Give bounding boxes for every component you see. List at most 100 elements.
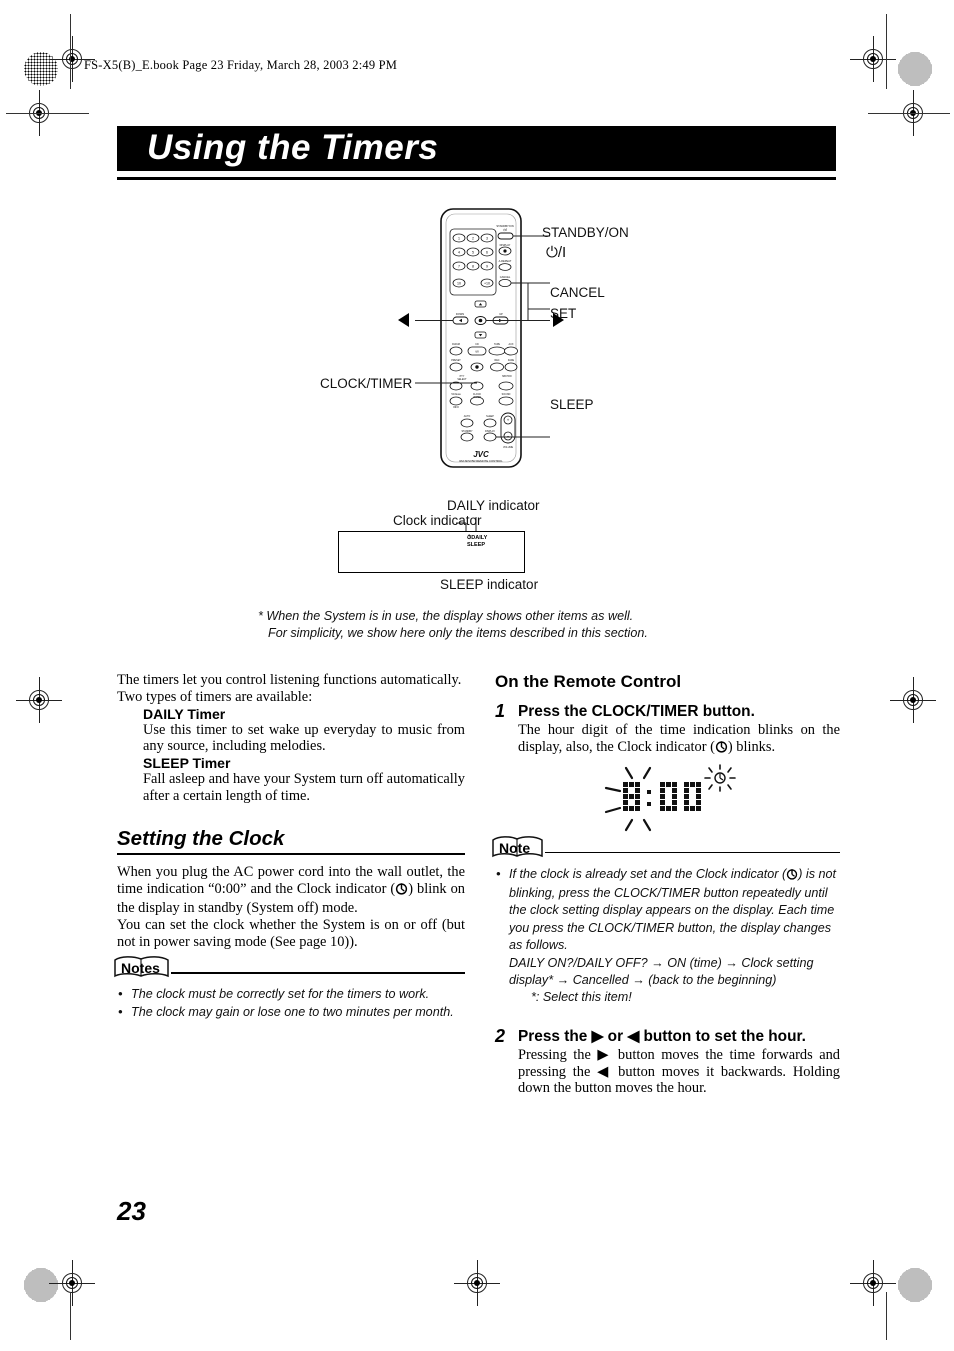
hour-digit: [623, 782, 640, 811]
right-column: On the Remote Control 1 Press the CLOCK/…: [492, 672, 840, 1097]
step-1: 1 Press the CLOCK/TIMER button. The hour…: [495, 701, 840, 758]
notes-rule: [171, 972, 465, 974]
page-title-bar: Using the Timers: [117, 126, 836, 171]
daily-timer-block: DAILY Timer Use this timer to set wake u…: [143, 706, 465, 805]
section-heading-rule: [117, 852, 465, 856]
daily-timer-heading: DAILY Timer: [143, 705, 226, 722]
svg-text:FADE: FADE: [508, 359, 515, 362]
svg-text:DISPLAY: DISPLAY: [485, 430, 495, 433]
halftone-circle-bottom-left: [24, 1268, 58, 1302]
cut-line-bottom-left-vertical: [70, 1292, 71, 1340]
sleep-timer-text: Fall asleep and have your System turn of…: [143, 771, 465, 804]
cut-line-bottom-right-vertical: [886, 1292, 887, 1340]
page-number: 23: [117, 1196, 146, 1226]
svg-text:/TIMER: /TIMER: [473, 396, 481, 399]
step-2-body: Pressing the ▶ button moves the time for…: [518, 1046, 840, 1097]
svg-text:2: 2: [472, 237, 474, 241]
note-asterisk-line: *: Select this item!: [531, 990, 632, 1005]
registration-mark-bottom-center: [454, 1260, 500, 1306]
note-item: The clock must be correctly set for the …: [117, 985, 465, 1003]
left-column: The timers let you control listening fun…: [114, 672, 465, 1021]
svg-text:DOWN: DOWN: [456, 312, 464, 316]
svg-text:9: 9: [486, 265, 488, 269]
svg-text:CANCEL: CANCEL: [500, 275, 511, 279]
svg-text:STANDBY: STANDBY: [461, 430, 473, 433]
step-2-title: Press the ▶ or ◀ button to set the hour.: [518, 1027, 806, 1045]
time-display-figure: [592, 762, 772, 834]
svg-text:⏻/I: ⏻/I: [503, 228, 507, 232]
display-indicators: ⏱DAILY SLEEP: [467, 535, 487, 549]
setting-the-clock-heading: Setting the Clock: [117, 826, 285, 850]
svg-text:SELECT: SELECT: [457, 378, 467, 381]
sleep-indicator-label: SLEEP: [467, 542, 486, 548]
note-rule: [545, 851, 840, 854]
daily-timer-text: Use this timer to set wake up everyday t…: [143, 721, 465, 755]
svg-text:MB PRO: MB PRO: [502, 375, 512, 378]
callout-daily-indicator: DAILY indicator: [447, 498, 540, 513]
svg-text:−: −: [507, 434, 510, 439]
svg-text:SLEEP: SLEEP: [486, 415, 494, 418]
clock-indicator-icon: [715, 740, 728, 758]
step-1-body-a: The hour digit of the time indication bl…: [518, 722, 840, 755]
remote-control-svg: 123 456 789 10 +10 STANDBY/ON ⏻/I DISPLAY…: [415, 208, 550, 468]
svg-text:5: 5: [472, 251, 474, 255]
svg-text:RM-SFSX5R REMOTE CONTROL: RM-SFSX5R REMOTE CONTROL: [459, 459, 503, 463]
step-1-number: 1: [495, 701, 506, 721]
callout-standby-on: STANDBY/ON: [542, 225, 629, 240]
svg-text:4: 4: [458, 251, 460, 255]
display-panel-box: ⏱DAILY SLEEP: [338, 531, 525, 573]
callout-sleep-indicator: SLEEP indicator: [440, 577, 539, 592]
registration-mark-bottom-left: [49, 1260, 95, 1306]
svg-text:CD: CD: [475, 343, 479, 346]
clock-indicator-icon: [395, 882, 408, 900]
title-underline: [117, 177, 836, 180]
svg-text:TA/News: TA/News: [451, 393, 461, 396]
svg-text:10: 10: [457, 282, 461, 286]
notes-list: The clock must be correctly set for the …: [117, 985, 465, 1021]
footnote-line-1: * When the System is in use, the display…: [258, 609, 634, 623]
note-block-right: Note If the clock is already set and the…: [492, 835, 840, 1007]
halftone-circle-top-right: [898, 52, 932, 86]
registration-mark-mid-right: [890, 677, 936, 723]
step-1-body-b: ) blinks.: [727, 738, 776, 755]
cut-line-right-vertical: [886, 14, 887, 89]
svg-text:PRESET: PRESET: [451, 359, 461, 362]
registration-mark-top-inner-left: [49, 36, 95, 82]
callout-sleep: SLEEP: [550, 397, 594, 412]
minutes-digits: [660, 782, 701, 811]
note-item-part-a: If the clock is already set and the Cloc…: [509, 866, 787, 881]
daily-indicator-label: DAILY: [471, 535, 488, 541]
note-sequence-line: DAILY ON?/DAILY OFF? → ON (time) → Clock…: [509, 955, 814, 988]
blinking-clock-indicator: [704, 764, 736, 792]
svg-text:VOLUME: VOLUME: [503, 446, 514, 449]
halftone-circle-bottom-right: [898, 1268, 932, 1302]
registration-mark-mid-left: [16, 677, 62, 723]
svg-text:AUX: AUX: [509, 343, 514, 346]
svg-text:8: 8: [472, 265, 474, 269]
note-item: The clock may gain or lose one to two mi…: [117, 1003, 465, 1021]
svg-text:UP: UP: [499, 312, 503, 316]
daily-indicator-row: ⏱DAILY: [467, 535, 488, 541]
setting-clock-paragraph-1: When you plug the AC power cord into the…: [117, 864, 465, 916]
svg-text:3: 3: [486, 237, 488, 241]
standby-power-icon: ⏻/I: [546, 244, 567, 261]
right-arrow-icon: [553, 313, 564, 327]
cut-line-left-vertical: [70, 14, 71, 89]
step-2: 2 Press the ▶ or ◀ button to set the hou…: [495, 1025, 840, 1097]
step-2-number: 2: [495, 1025, 506, 1046]
book-file-header: FS-X5(B)_E.book Page 23 Friday, March 28…: [84, 58, 398, 72]
svg-text:+10: +10: [484, 282, 490, 286]
callout-cancel: CANCEL: [550, 285, 605, 300]
sleep-timer-heading: SLEEP Timer: [143, 755, 231, 772]
svg-text:7: 7: [458, 265, 460, 269]
svg-text:FM/AM: FM/AM: [452, 343, 460, 346]
cut-line-top-horizontal-left: [6, 113, 89, 114]
display-footnote: * When the System is in use, the display…: [258, 608, 728, 642]
note-list: If the clock is already set and the Cloc…: [495, 865, 840, 1007]
clock-indicator-icon: [786, 868, 798, 885]
notes-badge-label: Notes: [121, 960, 160, 977]
svg-text:INFO: INFO: [453, 406, 459, 409]
svg-text:A.REPEAT: A.REPEAT: [499, 259, 512, 263]
time-colon: [647, 790, 651, 806]
cut-line-top-horizontal-right: [868, 113, 950, 114]
